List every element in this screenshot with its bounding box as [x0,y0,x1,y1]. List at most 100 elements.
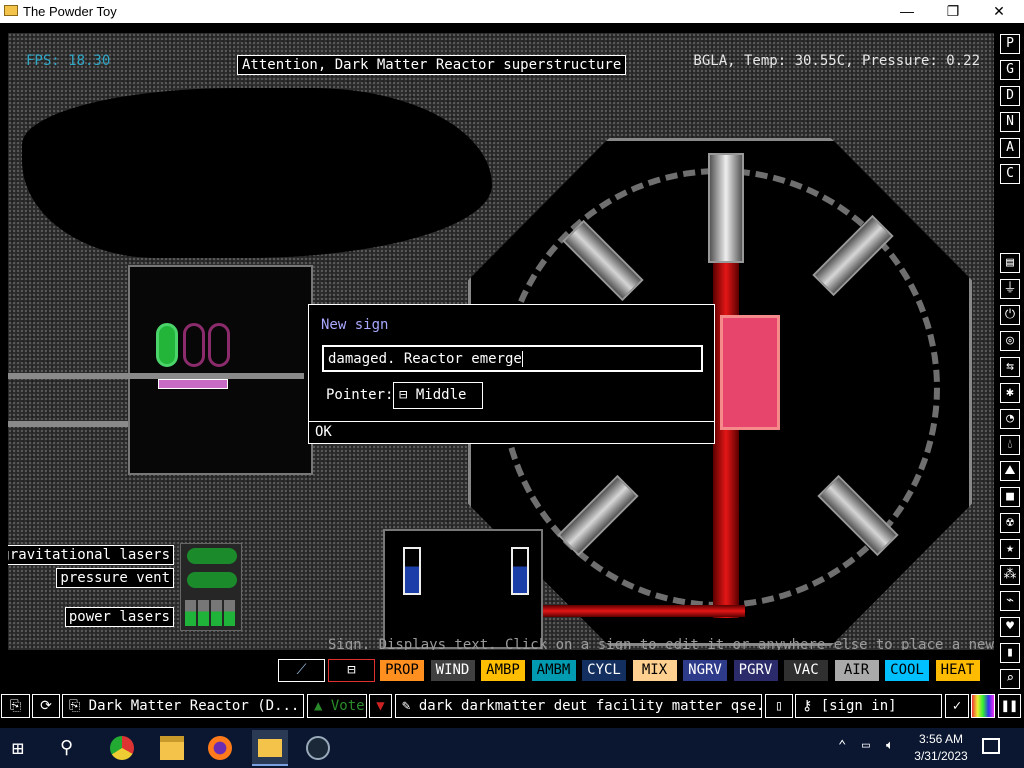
element-wind[interactable]: WIND [429,659,476,682]
notifications-icon[interactable] [982,738,1000,754]
category-solid-icon[interactable]: ■ [1000,487,1020,507]
category-powder-icon[interactable]: ⛰︎ [1000,461,1020,481]
category-search-icon[interactable]: ⌕ [1000,669,1020,689]
floor-rail [8,373,304,379]
render-mode-n[interactable]: N [1000,112,1020,132]
category-sensor-icon[interactable]: ◎ [1000,331,1020,351]
hover-info: BGLA, Temp: 30.55C, Pressure: 0.22 [693,53,980,69]
vote-label: Vote [330,698,365,714]
category-special-icon[interactable]: ★ [1000,539,1020,559]
element-ambp[interactable]: AMBP [480,659,526,682]
pause-icon[interactable]: ❚❚ [998,694,1021,718]
category-force-icon[interactable]: ⇆ [1000,357,1020,377]
pressure-vent-switch[interactable] [187,572,237,588]
sign-text-input[interactable]: damaged. Reactor emerge [322,345,703,372]
element-ngrv[interactable]: NGRV [682,659,728,682]
fps-counter: FPS: 18.30 [26,53,111,69]
category-tools-icon[interactable]: ⌁ [1000,591,1020,611]
steam-icon[interactable] [306,736,330,760]
power-laser-switch[interactable] [224,600,235,626]
open-save-icon[interactable]: ⎘ [1,694,30,718]
category-favorites-icon[interactable]: ♥ [1000,617,1020,637]
tags-text: dark darkmatter deut facility matter qse… [418,698,762,714]
element-vac[interactable]: VAC [783,659,829,682]
category-radioactive-icon[interactable]: ☢ [1000,513,1020,533]
render-mode-c[interactable]: C [1000,164,1020,184]
render-mode-a[interactable]: A [1000,138,1020,158]
maximize-button[interactable]: ❐ [930,0,976,23]
sign-gravitational-lasers[interactable]: gravitational lasers [8,545,174,565]
element-mix[interactable]: MIX [631,659,678,682]
pointer-value: Middle [415,387,467,403]
reload-icon[interactable]: ⟳ [32,694,60,718]
category-wall-icon[interactable]: ▤ [1000,253,1020,273]
reactor-core [720,315,780,430]
element-cycl[interactable]: CYCL [581,659,627,682]
render-options-icon[interactable] [971,694,995,718]
vote-up-button[interactable]: ▲ Vote [307,694,367,718]
power-laser-switch[interactable] [198,600,209,626]
sign-icon: ⊟ [399,387,408,403]
element-ambm[interactable]: AMBM [530,659,577,682]
settings-icon[interactable]: ✓ [945,694,969,718]
thumbs-up-icon: ▲ [314,698,323,714]
render-mode-g[interactable]: G [1000,60,1020,80]
network-icon[interactable]: ▭ [862,738,870,753]
element-air[interactable]: AIR [833,659,880,682]
pointer-dropdown[interactable]: ⊟ Middle [393,382,483,409]
sign-pressure-vent[interactable]: pressure vent [56,568,174,588]
fuel-tube [511,547,529,595]
element-prop[interactable]: PROP [379,659,425,682]
new-sign-dialog: New sign damaged. Reactor emerge Pointer… [308,304,715,444]
element-cool[interactable]: COOL [884,659,930,682]
control-switches[interactable] [180,543,242,631]
search-icon[interactable]: ⚲ [60,736,84,760]
chevron-up-icon[interactable]: ⌃ [838,738,846,754]
save-name-button[interactable]: ⎘ Dark Matter Reactor (D... [62,694,304,718]
cave-void [22,88,492,258]
laser-emitter-top [708,153,744,263]
powder-toy-app-icon [4,5,18,16]
bunker [383,529,543,649]
file-explorer-icon[interactable] [160,736,184,760]
minimize-button[interactable]: — [884,0,930,23]
power-laser-switch[interactable] [211,600,222,626]
sign-power-lasers[interactable]: power lasers [64,607,174,627]
power-laser-switch[interactable] [185,600,196,626]
clock-date: 3/31/2023 [914,749,968,763]
firefox-icon[interactable] [208,736,232,760]
sign-attention[interactable]: Attention, Dark Matter Reactor superstru… [237,55,627,75]
sample-tool-icon[interactable]: ⟋ [278,659,325,682]
vote-down-button[interactable]: ▼ [369,694,392,718]
login-button[interactable]: ⚷ [sign in] [795,694,942,718]
sign-tool-icon[interactable]: ⊟ [328,659,375,682]
ok-button[interactable]: OK [309,421,714,443]
category-explosives-icon[interactable]: ✱ [1000,383,1020,403]
clock[interactable]: 3:56 AM 3/31/2023 [910,731,972,765]
window-title: The Powder Toy [23,4,117,19]
category-life-icon[interactable]: ⁂ [1000,565,1020,585]
volume-icon[interactable]: 🔈︎ [886,738,894,753]
powder-toy-taskbar-icon[interactable] [252,730,288,766]
category-decoration-icon[interactable]: ▮ [1000,643,1020,663]
category-gas-icon[interactable]: ◔ [1000,409,1020,429]
sign-text-value: damaged. Reactor emerge [328,351,522,367]
save-name: Dark Matter Reactor (D... [88,698,300,714]
render-mode-p[interactable]: P [1000,34,1020,54]
element-heat[interactable]: HEAT [934,659,981,682]
category-powered-icon[interactable]: ⏻ [1000,305,1020,325]
chrome-icon[interactable] [110,736,134,760]
power-lasers-switches[interactable] [185,600,239,628]
gravitational-lasers-switch[interactable] [187,548,237,564]
new-simulation-icon[interactable]: ▯ [765,694,793,718]
category-electronics-icon[interactable]: ⏚ [1000,279,1020,299]
close-button[interactable]: ✕ [976,0,1022,23]
category-liquid-icon[interactable]: 💧︎ [1000,435,1020,455]
tags-button[interactable]: ✎ dark darkmatter deut facility matter q… [395,694,762,718]
text-caret [521,351,523,367]
start-icon[interactable]: ⊞ [12,736,36,760]
render-mode-d[interactable]: D [1000,86,1020,106]
save-icon: ⎘ [69,698,81,714]
clock-time: 3:56 AM [918,732,964,746]
element-pgrv[interactable]: PGRV [732,659,779,682]
